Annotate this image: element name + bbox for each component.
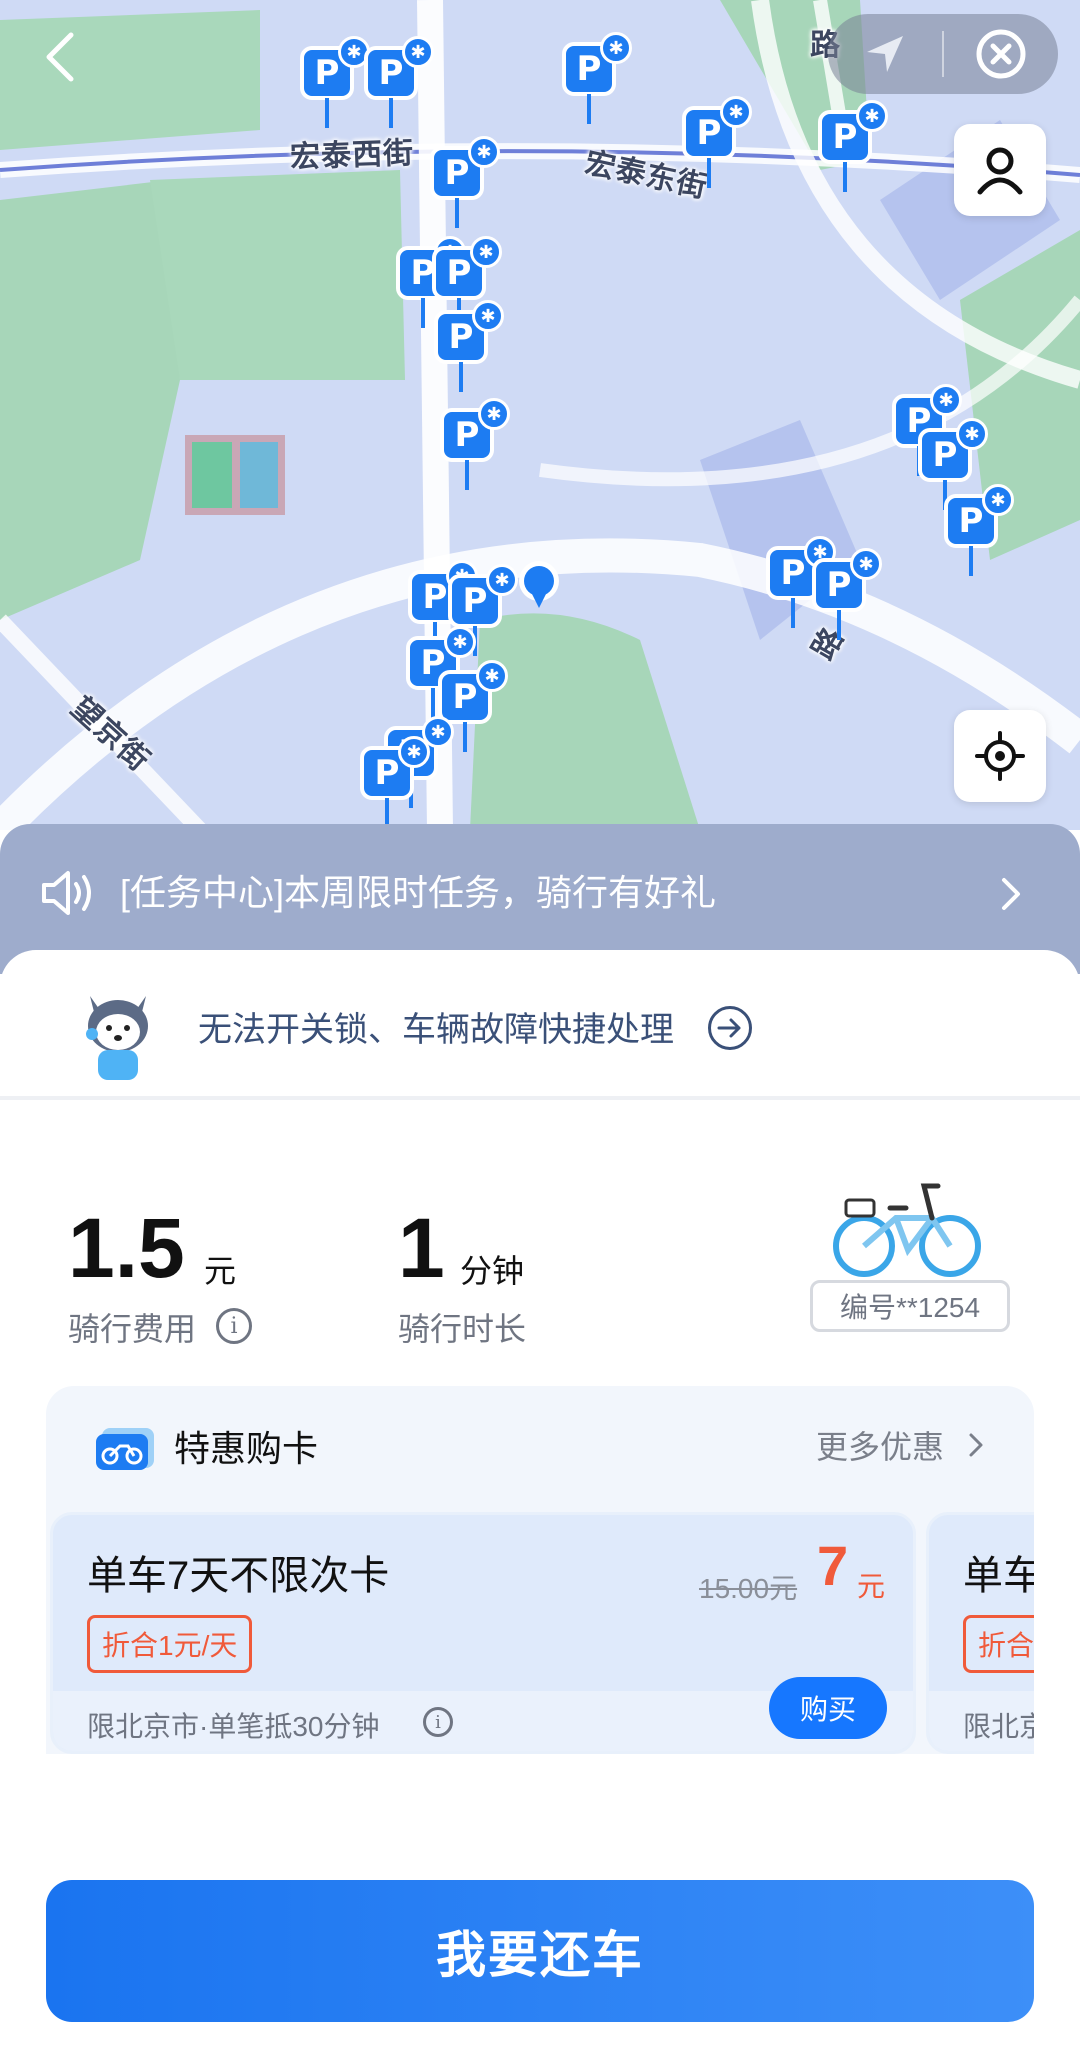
parking-marker[interactable]: P✱ (434, 300, 504, 392)
bluetooth-icon: ✱ (982, 484, 1014, 516)
parking-marker[interactable]: P✱ (562, 32, 632, 124)
bluetooth-icon: ✱ (720, 96, 752, 128)
bluetooth-icon: ✱ (478, 398, 510, 430)
card-daily-rate-tag: 折合 (963, 1615, 1034, 1673)
navigation-icon (867, 36, 903, 72)
top-action-pill (828, 14, 1058, 94)
ride-duration-value: 1 (398, 1201, 445, 1295)
close-circle-icon (976, 29, 1026, 79)
card-original-price: 15.00元 (699, 1573, 798, 1604)
bluetooth-icon: ✱ (856, 100, 888, 132)
bluetooth-icon: ✱ (402, 36, 434, 68)
card-footer: 限北京 (929, 1691, 1034, 1751)
arrow-right-circle-icon (708, 1006, 752, 1050)
bluetooth-icon: ✱ (850, 548, 882, 580)
ride-duration-unit: 分钟 (460, 1253, 525, 1289)
ride-fee-value: 1.5 (68, 1201, 185, 1295)
profile-button[interactable] (954, 124, 1046, 216)
bluetooth-icon: ✱ (930, 384, 962, 416)
card-footnote: 限北京 (963, 1711, 1034, 1742)
ride-fee-unit: 元 (204, 1253, 237, 1289)
ride-panel: 无法开关锁、车辆故障快捷处理 1.5 元 骑行费用 i 1 分钟 骑行时长 编号… (0, 950, 1080, 2053)
husky-mascot-icon (86, 996, 148, 1080)
back-arrow-icon (46, 32, 74, 82)
ride-duration-label: 骑行时长 (398, 1311, 527, 1347)
parking-marker[interactable]: P✱ (364, 36, 434, 128)
bluetooth-icon: ✱ (444, 626, 476, 658)
quick-help-text: 无法开关锁、车辆故障快捷处理 (198, 1011, 674, 1049)
card-price-unit: 元 (857, 1571, 886, 1602)
card-name: 单车7天不限次卡 (87, 1554, 390, 1598)
navigation-button[interactable] (828, 14, 942, 94)
card-info-icon[interactable]: i (423, 1707, 453, 1737)
locate-button[interactable] (954, 710, 1046, 802)
bluetooth-icon: ✱ (470, 236, 502, 268)
bluetooth-icon: ✱ (472, 300, 504, 332)
card-bike-icon (96, 1428, 154, 1470)
offer-section: 特惠购卡 更多优惠 单车7天不限次卡 折合1元/天 15.00元 7 元 限北京… (46, 1386, 1034, 1754)
more-offers-label: 更多优惠 (816, 1429, 945, 1465)
parking-marker[interactable]: P✱ (360, 736, 430, 828)
locate-icon (975, 731, 1025, 781)
bluetooth-icon: ✱ (468, 136, 500, 168)
return-bike-button[interactable]: 我要还车 (46, 1880, 1034, 2022)
card-price: 7 (817, 1534, 849, 1597)
parking-marker[interactable]: P✱ (818, 100, 888, 192)
chevron-right-icon (1002, 878, 1020, 910)
user-icon (977, 147, 1023, 195)
card-footnote: 限北京市·单笔抵30分钟 (87, 1711, 380, 1742)
more-offers-link[interactable]: 更多优惠 (816, 1416, 1016, 1470)
parking-marker[interactable]: P✱ (812, 548, 882, 640)
ride-fee-label: 骑行费用 (68, 1311, 197, 1347)
back-button[interactable] (30, 22, 90, 92)
fee-info-icon[interactable]: i (216, 1308, 252, 1344)
speaker-icon (42, 871, 91, 915)
offer-card[interactable]: 单车 折合 限北京 (926, 1512, 1034, 1754)
parking-marker[interactable]: P✱ (440, 398, 510, 490)
bluetooth-icon: ✱ (956, 418, 988, 450)
bluetooth-icon: ✱ (398, 736, 430, 768)
card-name: 单车 (963, 1554, 1034, 1598)
parking-marker[interactable]: P✱ (944, 484, 1014, 576)
map-view[interactable]: 宏泰西街 宏泰东街 望京街 路 路 P✱ P✱ P✱ P✱ P✱ P✱ P✱ P… (0, 0, 1080, 830)
parking-marker[interactable]: P✱ (430, 136, 500, 228)
bluetooth-icon: ✱ (476, 660, 508, 692)
chevron-right-icon (969, 1433, 983, 1457)
quick-help-row[interactable]: 无法开关锁、车辆故障快捷处理 (0, 950, 1080, 1100)
offer-title: 特惠购卡 (174, 1428, 319, 1469)
bike-number-badge: 编号**1254 (810, 1280, 1010, 1332)
offer-card[interactable]: 单车7天不限次卡 折合1元/天 15.00元 7 元 限北京市·单笔抵30分钟 … (50, 1512, 916, 1754)
task-banner-text: [任务中心]本周限时任务，骑行有好礼 (120, 872, 717, 913)
bluetooth-icon: ✱ (600, 32, 632, 64)
street-label: 宏泰西街 (289, 135, 415, 176)
bike-image (833, 1183, 981, 1277)
current-location-marker (519, 561, 559, 608)
close-button[interactable] (944, 14, 1058, 94)
parking-marker[interactable]: P✱ (300, 36, 370, 128)
parking-marker[interactable]: P✱ (682, 96, 752, 188)
buy-button[interactable]: 购买 (769, 1677, 887, 1739)
card-daily-rate-tag: 折合1元/天 (87, 1615, 253, 1673)
